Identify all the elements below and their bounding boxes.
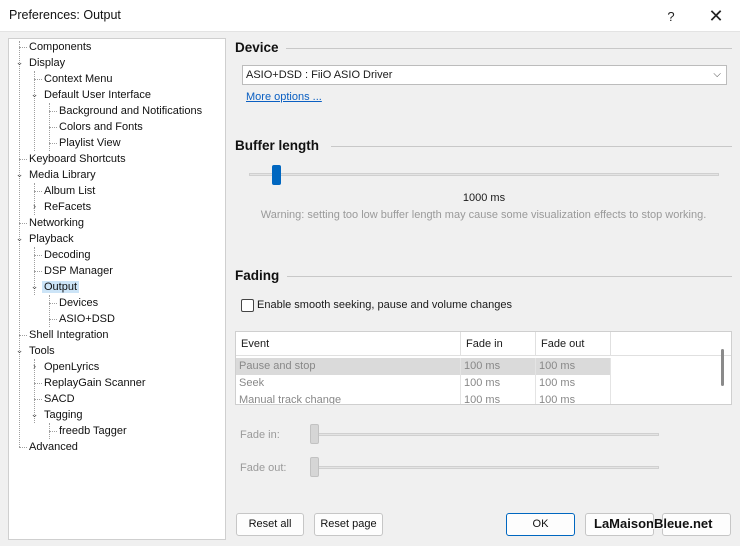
tree-item-keyboard-shortcuts[interactable]: Keyboard Shortcuts (17, 151, 128, 167)
tree-item-display[interactable]: ⌄ Display (15, 55, 67, 71)
section-divider (287, 276, 732, 277)
table-cell: 100 ms (461, 375, 536, 392)
chevron-down-icon[interactable]: ⌄ (30, 410, 39, 419)
column-header-fade-in[interactable]: Fade in (461, 332, 536, 356)
fade-out-slider-track[interactable] (315, 466, 659, 469)
tree-item-media-library[interactable]: ⌄ Media Library (15, 167, 98, 183)
fade-in-slider-thumb[interactable] (310, 424, 319, 444)
section-divider (331, 146, 732, 147)
tree-item-refacets[interactable]: › ReFacets (32, 199, 93, 215)
fading-heading: Fading (235, 268, 280, 283)
tree-item-devices[interactable]: Devices (47, 295, 100, 311)
table-cell: Manual track change (236, 392, 461, 404)
buffer-warning: Warning: setting too low buffer length m… (260, 209, 707, 221)
chevron-right-icon[interactable]: › (30, 362, 39, 371)
fade-in-label: Fade in: (240, 429, 280, 441)
tree-item-freedb-tagger[interactable]: freedb Tagger (47, 423, 129, 439)
help-button[interactable]: ? (656, 4, 686, 28)
tree-item-components[interactable]: Components (17, 39, 93, 55)
tree-item-background-notifications[interactable]: Background and Notifications (47, 103, 204, 119)
table-cell: Pause and stop (236, 358, 461, 375)
table-row[interactable]: Seek 100 ms 100 ms (236, 375, 611, 392)
buffer-value: 1000 ms (462, 192, 506, 204)
preferences-tree[interactable]: Components ⌄ Display Context Menu ⌄ Defaul… (8, 38, 226, 540)
ok-button[interactable]: OK (506, 513, 575, 536)
more-options-link[interactable]: More options ... (246, 91, 322, 103)
tree-item-decoding[interactable]: Decoding (32, 247, 92, 263)
tree-item-colors-fonts[interactable]: Colors and Fonts (47, 119, 145, 135)
tree-item-context-menu[interactable]: Context Menu (32, 71, 114, 87)
title-bar: Preferences: Output ? ✕ (0, 0, 740, 32)
tree-item-replaygain-scanner[interactable]: ReplayGain Scanner (32, 375, 148, 391)
column-header-event[interactable]: Event (236, 332, 461, 356)
chevron-down-icon: ⌵ (713, 69, 721, 80)
tree-item-openlyrics[interactable]: › OpenLyrics (32, 359, 101, 375)
smooth-seeking-checkbox[interactable] (241, 299, 254, 312)
buffer-heading: Buffer length (235, 138, 319, 153)
device-select[interactable]: ASIO+DSD : FiiO ASIO Driver ⌵ (242, 65, 727, 85)
tree-item-playlist-view[interactable]: Playlist View (47, 135, 123, 151)
tree-item-advanced[interactable]: Advanced (17, 439, 80, 455)
tree-item-default-user-interface[interactable]: ⌄ Default User Interface (30, 87, 153, 103)
column-header-blank (611, 332, 731, 356)
reset-page-button[interactable]: Reset page (314, 513, 383, 536)
table-row[interactable]: Manual track change 100 ms 100 ms (236, 392, 611, 404)
tree-item-asio-dsd[interactable]: ASIO+DSD (47, 311, 117, 327)
buffer-slider-thumb[interactable] (272, 165, 282, 185)
buffer-slider-track[interactable] (249, 173, 719, 176)
chevron-down-icon[interactable]: ⌄ (15, 58, 24, 67)
tree-item-tagging[interactable]: ⌄ Tagging (30, 407, 85, 423)
table-cell: Seek (236, 375, 461, 392)
device-select-value: ASIO+DSD : FiiO ASIO Driver (246, 69, 393, 81)
fade-table[interactable]: Event Fade in Fade out Pause and stop 10… (235, 331, 732, 405)
column-header-fade-out[interactable]: Fade out (536, 332, 611, 356)
table-cell: 100 ms (536, 392, 611, 404)
chevron-down-icon[interactable]: ⌄ (15, 234, 24, 243)
table-cell: 100 ms (461, 392, 536, 404)
device-heading: Device (235, 40, 279, 55)
chevron-down-icon[interactable]: ⌄ (15, 170, 24, 179)
table-cell: 100 ms (461, 358, 536, 375)
close-button[interactable]: ✕ (701, 4, 731, 28)
chevron-down-icon[interactable]: ⌄ (30, 90, 39, 99)
table-cell: 100 ms (536, 375, 611, 392)
chevron-down-icon[interactable]: ⌄ (30, 282, 39, 291)
chevron-right-icon[interactable]: › (30, 202, 39, 211)
tree-item-sacd[interactable]: SACD (32, 391, 77, 407)
fade-in-slider-track[interactable] (315, 433, 659, 436)
chevron-down-icon[interactable]: ⌄ (15, 346, 24, 355)
table-scrollbar[interactable] (721, 349, 724, 386)
tree-item-album-list[interactable]: Album List (32, 183, 97, 199)
table-row[interactable]: Pause and stop 100 ms 100 ms (236, 358, 611, 375)
tree-item-tools[interactable]: ⌄ Tools (15, 343, 57, 359)
fade-out-slider-thumb[interactable] (310, 457, 319, 477)
window-title: Preferences: Output (9, 8, 121, 22)
smooth-seeking-label: Enable smooth seeking, pause and volume … (257, 299, 513, 311)
reset-all-button[interactable]: Reset all (236, 513, 304, 536)
section-divider (286, 48, 732, 49)
table-cell: 100 ms (536, 358, 611, 375)
tree-item-playback[interactable]: ⌄ Playback (15, 231, 76, 247)
tree-item-dsp-manager[interactable]: DSP Manager (32, 263, 115, 279)
tree-item-output[interactable]: ⌄ Output (30, 279, 80, 295)
tree-item-shell-integration[interactable]: Shell Integration (17, 327, 111, 343)
tree-item-networking[interactable]: Networking (17, 215, 86, 231)
watermark-text: LaMaisonBleue.net (594, 516, 713, 531)
fade-out-label: Fade out: (240, 462, 287, 474)
